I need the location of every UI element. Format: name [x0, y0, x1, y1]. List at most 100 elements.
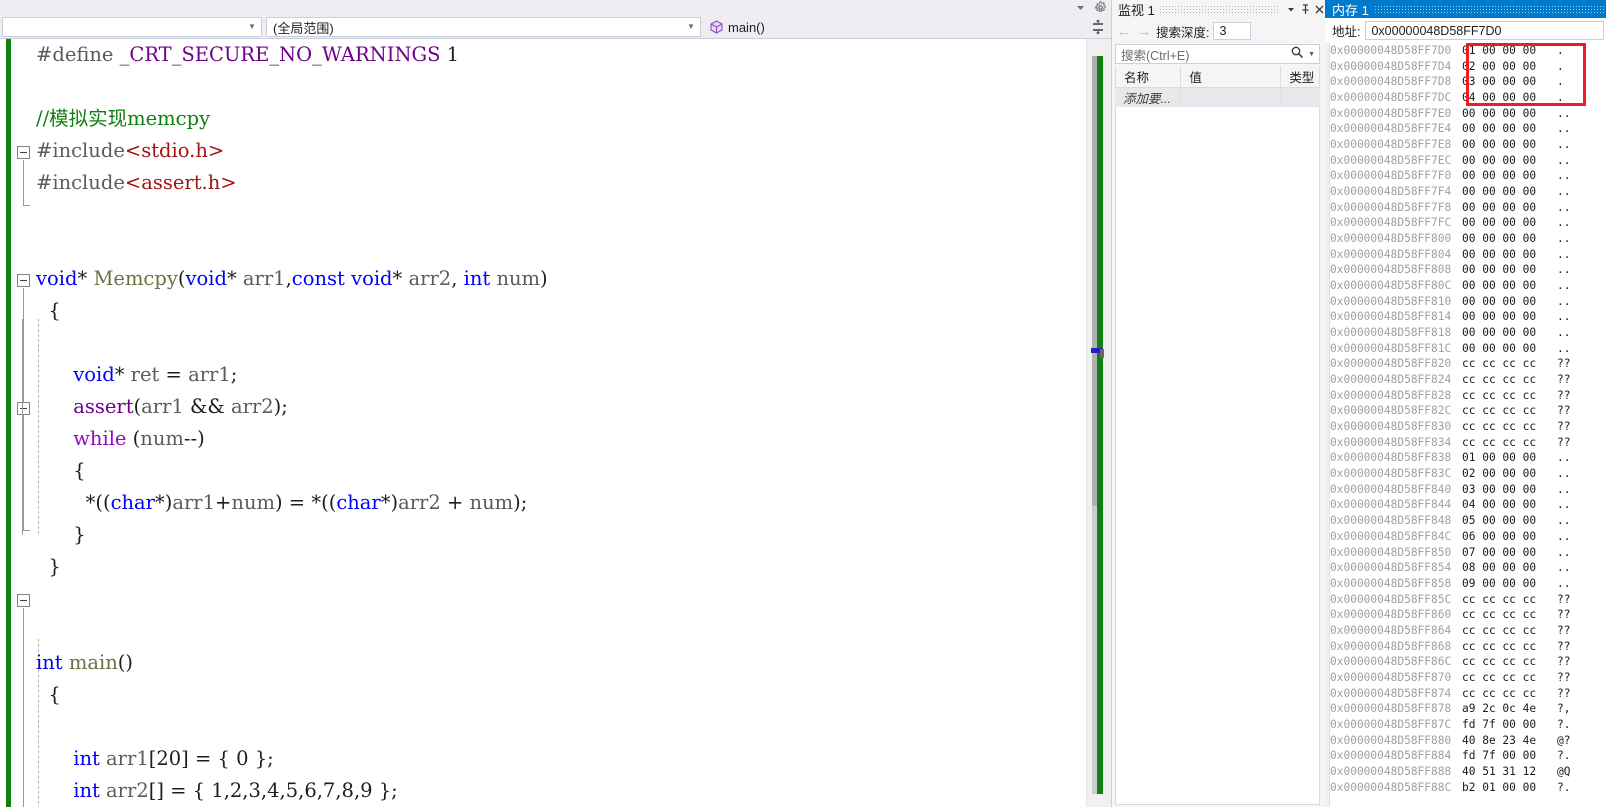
memory-hex-cell[interactable]: 00 00 00 00: [1462, 325, 1557, 341]
code-editor[interactable]: #define _CRT_SECURE_NO_WARNINGS 1 //模拟实现m…: [0, 39, 1111, 807]
memory-row[interactable]: 0x00000048D58FF7E0 00 00 00 00..: [1325, 106, 1606, 122]
column-header-value[interactable]: 值: [1181, 66, 1280, 87]
memory-hex-cell[interactable]: cc cc cc cc: [1462, 607, 1557, 623]
memory-row[interactable]: 0x00000048D58FF86C cc cc cc cc??: [1325, 654, 1606, 670]
memory-row[interactable]: 0x00000048D58FF818 00 00 00 00..: [1325, 325, 1606, 341]
memory-hex-cell[interactable]: 01 00 00 00: [1462, 43, 1557, 59]
code-line[interactable]: [36, 327, 1086, 359]
code-line[interactable]: [36, 615, 1086, 647]
memory-row[interactable]: 0x00000048D58FF84C 06 00 00 00..: [1325, 529, 1606, 545]
tab-drag-dots[interactable]: [1373, 5, 1606, 13]
memory-row[interactable]: 0x00000048D58FF860 cc cc cc cc??: [1325, 607, 1606, 623]
memory-row[interactable]: 0x00000048D58FF880 40 8e 23 4e @?: [1325, 733, 1606, 749]
memory-row[interactable]: 0x00000048D58FF854 08 00 00 00..: [1325, 560, 1606, 576]
memory-row[interactable]: 0x00000048D58FF858 09 00 00 00..: [1325, 576, 1606, 592]
memory-row[interactable]: 0x00000048D58FF82C cc cc cc cc??: [1325, 403, 1606, 419]
memory-row[interactable]: 0x00000048D58FF7FC 00 00 00 00..: [1325, 215, 1606, 231]
memory-hex-cell[interactable]: cc cc cc cc: [1462, 419, 1557, 435]
memory-row[interactable]: 0x00000048D58FF87C fd 7f 00 00?.: [1325, 717, 1606, 733]
code-line[interactable]: {: [36, 295, 1086, 327]
code-line[interactable]: [36, 711, 1086, 743]
memory-row[interactable]: 0x00000048D58FF7D0 01 00 00 00.: [1325, 43, 1606, 59]
memory-hex-cell[interactable]: 00 00 00 00: [1462, 231, 1557, 247]
arrow-right-icon[interactable]: →: [1136, 23, 1152, 39]
memory-row[interactable]: 0x00000048D58FF838 01 00 00 00..: [1325, 450, 1606, 466]
watch-row-add-item[interactable]: 添加要...: [1115, 88, 1320, 108]
chevron-down-icon[interactable]: ▼: [684, 23, 698, 31]
memory-hex-cell[interactable]: 09 00 00 00: [1462, 576, 1557, 592]
code-line[interactable]: while (num--): [36, 423, 1086, 455]
memory-hex-cell[interactable]: 03 00 00 00: [1462, 482, 1557, 498]
code-line[interactable]: }: [36, 519, 1086, 551]
memory-hex-cell[interactable]: 00 00 00 00: [1462, 294, 1557, 310]
memory-row[interactable]: 0x00000048D58FF804 00 00 00 00..: [1325, 247, 1606, 263]
watch-list-body[interactable]: [1115, 107, 1320, 805]
memory-hex-cell[interactable]: 04 00 00 00: [1462, 497, 1557, 513]
chevron-down-icon[interactable]: [1074, 1, 1087, 14]
code-line[interactable]: assert(arr1 && arr2);: [36, 391, 1086, 423]
memory-hex-cell[interactable]: cc cc cc cc: [1462, 623, 1557, 639]
memory-row[interactable]: 0x00000048D58FF828 cc cc cc cc??: [1325, 388, 1606, 404]
arrow-left-icon[interactable]: ←: [1116, 23, 1132, 39]
memory-hex-cell[interactable]: cc cc cc cc: [1462, 639, 1557, 655]
project-combo[interactable]: ▼: [2, 17, 262, 37]
memory-row[interactable]: 0x00000048D58FF80C 00 00 00 00..: [1325, 278, 1606, 294]
memory-hex-cell[interactable]: fd 7f 00 00: [1462, 717, 1557, 733]
memory-row[interactable]: 0x00000048D58FF874 cc cc cc cc??: [1325, 686, 1606, 702]
memory-row[interactable]: 0x00000048D58FF810 00 00 00 00..: [1325, 294, 1606, 310]
memory-row[interactable]: 0x00000048D58FF844 04 00 00 00..: [1325, 497, 1606, 513]
memory-row[interactable]: 0x00000048D58FF878 a9 2c 0c 4e?,: [1325, 701, 1606, 717]
memory-hex-cell[interactable]: 02 00 00 00: [1462, 59, 1557, 75]
memory-row[interactable]: 0x00000048D58FF850 07 00 00 00..: [1325, 545, 1606, 561]
memory-hex-cell[interactable]: 00 00 00 00: [1462, 137, 1557, 153]
code-line[interactable]: *((char*)arr1+num) = *((char*)arr2 + num…: [36, 487, 1086, 519]
memory-row[interactable]: 0x00000048D58FF870 cc cc cc cc??: [1325, 670, 1606, 686]
code-line[interactable]: [36, 231, 1086, 263]
memory-hex-cell[interactable]: 00 00 00 00: [1462, 215, 1557, 231]
memory-grid[interactable]: 0x00000048D58FF7D0 01 00 00 00. 0x00000048…: [1325, 43, 1606, 807]
close-icon[interactable]: [1312, 2, 1326, 16]
fold-toggle-while[interactable]: [17, 402, 30, 415]
watch-search-box[interactable]: 搜索(Ctrl+E) ▼: [1115, 44, 1320, 64]
memory-hex-cell[interactable]: 00 00 00 00: [1462, 121, 1557, 137]
search-options-chevron-icon[interactable]: ▼: [1308, 51, 1319, 58]
column-header-type[interactable]: 类型: [1281, 66, 1319, 87]
chevron-down-icon[interactable]: [1284, 2, 1298, 16]
memory-hex-cell[interactable]: cc cc cc cc: [1462, 388, 1557, 404]
memory-hex-cell[interactable]: 00 00 00 00: [1462, 200, 1557, 216]
chevron-down-icon[interactable]: ▼: [245, 23, 259, 31]
gear-icon[interactable]: [1094, 1, 1107, 14]
code-line[interactable]: {: [36, 679, 1086, 711]
pin-icon[interactable]: [1298, 2, 1312, 16]
code-text[interactable]: #define _CRT_SECURE_NO_WARNINGS 1 //模拟实现m…: [36, 39, 1086, 807]
memory-row[interactable]: 0x00000048D58FF840 03 00 00 00..: [1325, 482, 1606, 498]
memory-row[interactable]: 0x00000048D58FF7EC 00 00 00 00..: [1325, 153, 1606, 169]
memory-hex-cell[interactable]: 00 00 00 00: [1462, 247, 1557, 263]
code-line[interactable]: void* Memcpy(void* arr1,const void* arr2…: [36, 263, 1086, 295]
memory-hex-cell[interactable]: 00 00 00 00: [1462, 106, 1557, 122]
memory-row[interactable]: 0x00000048D58FF7D8 03 00 00 00.: [1325, 74, 1606, 90]
fold-toggle-main[interactable]: [17, 594, 30, 607]
memory-hex-cell[interactable]: 00 00 00 00: [1462, 309, 1557, 325]
memory-row[interactable]: 0x00000048D58FF7E8 00 00 00 00..: [1325, 137, 1606, 153]
titlebar-drag-dots[interactable]: [1158, 5, 1280, 13]
memory-row[interactable]: 0x00000048D58FF83C 02 00 00 00..: [1325, 466, 1606, 482]
memory-row[interactable]: 0x00000048D58FF868 cc cc cc cc??: [1325, 639, 1606, 655]
memory-hex-cell[interactable]: 07 00 00 00: [1462, 545, 1557, 561]
memory-hex-cell[interactable]: 00 00 00 00: [1462, 278, 1557, 294]
memory-row[interactable]: 0x00000048D58FF888 40 51 31 12 @Q: [1325, 764, 1606, 780]
split-window-icon[interactable]: [1091, 19, 1105, 35]
memory-row[interactable]: 0x00000048D58FF800 00 00 00 00..: [1325, 231, 1606, 247]
memory-hex-cell[interactable]: 00 00 00 00: [1462, 153, 1557, 169]
memory-hex-cell[interactable]: cc cc cc cc: [1462, 356, 1557, 372]
memory-row[interactable]: 0x00000048D58FF808 00 00 00 00..: [1325, 262, 1606, 278]
memory-row[interactable]: 0x00000048D58FF7D4 02 00 00 00.: [1325, 59, 1606, 75]
code-line[interactable]: int arr2[] = { 1,2,3,4,5,6,7,8,9 };: [36, 775, 1086, 807]
code-line[interactable]: [36, 583, 1086, 615]
memory-row[interactable]: 0x00000048D58FF7E4 00 00 00 00..: [1325, 121, 1606, 137]
code-line[interactable]: {: [36, 455, 1086, 487]
code-line[interactable]: void* ret = arr1;: [36, 359, 1086, 391]
memory-row[interactable]: 0x00000048D58FF848 05 00 00 00..: [1325, 513, 1606, 529]
memory-row[interactable]: 0x00000048D58FF7F4 00 00 00 00..: [1325, 184, 1606, 200]
memory-hex-cell[interactable]: 03 00 00 00: [1462, 74, 1557, 90]
